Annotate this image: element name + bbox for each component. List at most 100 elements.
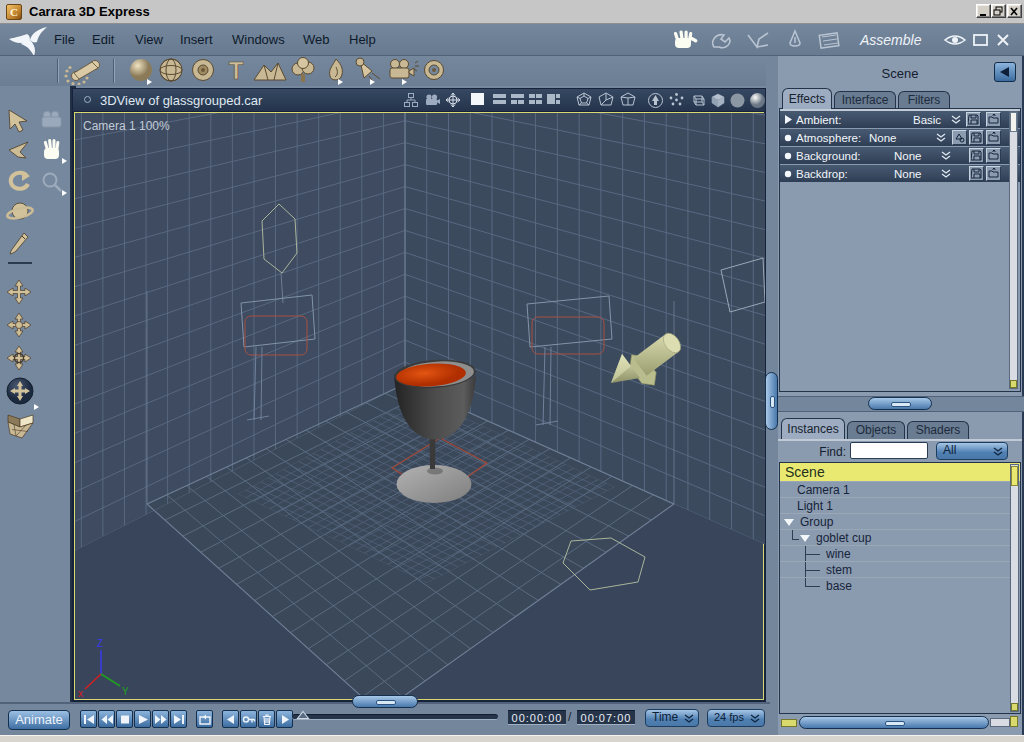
working-box-tool[interactable] (4, 412, 36, 442)
viewport-dot-icon[interactable] (84, 96, 91, 103)
filter-dropdown[interactable]: All (936, 442, 1008, 460)
next-key-button[interactable] (276, 710, 293, 728)
tab-instances[interactable]: Instances (781, 418, 845, 439)
save-preset-button[interactable] (969, 130, 984, 145)
plane-lock-yz-icon[interactable] (597, 92, 615, 109)
delete-key-button[interactable] (258, 710, 275, 728)
target-object-icon[interactable] (420, 57, 450, 85)
tree-row-goblet-cup[interactable]: goblet cup (780, 529, 1020, 545)
back-button[interactable] (994, 62, 1016, 82)
load-preset-button[interactable] (986, 112, 1001, 127)
move-xz-tool[interactable] (4, 311, 34, 341)
tree-row-camera1[interactable]: Camera 1 (780, 481, 1020, 497)
animate-button[interactable]: Animate (8, 710, 70, 730)
virtual-trackball-tool[interactable] (4, 376, 36, 408)
move-yz-tool[interactable] (4, 344, 34, 374)
tree-row-base[interactable]: base (780, 577, 1020, 593)
tree-object-icon[interactable] (288, 57, 318, 85)
property-row-ambient[interactable]: Ambient: Basic (780, 111, 1020, 128)
wrench-tool-icon[interactable] (708, 29, 738, 53)
bullet-icon[interactable] (784, 169, 792, 179)
close-panel-icon[interactable] (996, 33, 1012, 47)
tree-hscrollbar[interactable] (990, 718, 1010, 727)
camera-icon[interactable] (423, 92, 441, 108)
fast-forward-button[interactable] (152, 710, 169, 728)
menu-windows[interactable]: Windows (232, 32, 285, 47)
select-arrow-tool[interactable] (6, 108, 32, 134)
property-row-background[interactable]: Background: None (780, 147, 1020, 164)
stop-button[interactable] (116, 710, 133, 728)
viewport-header[interactable]: 3DView of glassgrouped.car (73, 89, 765, 111)
prev-key-button[interactable] (222, 710, 239, 728)
camera-pan-tool[interactable] (38, 108, 66, 132)
tab-filters[interactable]: Filters (898, 91, 950, 109)
tree-row-stem[interactable]: stem (780, 561, 1020, 577)
direct-select-tool[interactable] (6, 138, 32, 164)
tree-row-group[interactable]: Group (780, 513, 1020, 529)
time-mode-dropdown[interactable]: Time (645, 709, 699, 727)
fire-object-icon[interactable] (322, 57, 350, 85)
panel-splitter-handle[interactable] (868, 397, 932, 410)
restore-button[interactable] (991, 4, 1006, 18)
vertex-object-icon[interactable] (188, 57, 218, 85)
menu-view[interactable]: View (135, 32, 163, 47)
load-preset-button[interactable] (986, 166, 1001, 181)
tree-vscrollbar[interactable] (1010, 464, 1019, 712)
light-object-icon[interactable] (352, 57, 386, 85)
total-time-field[interactable]: 00:07:00 (577, 710, 635, 725)
load-preset-button[interactable] (986, 148, 1001, 163)
layout-mixed-icon[interactable] (510, 92, 525, 107)
menu-help[interactable]: Help (349, 32, 376, 47)
link-icon[interactable] (403, 92, 419, 108)
text-object-icon[interactable]: T (222, 57, 250, 85)
menu-web[interactable]: Web (303, 32, 330, 47)
preview-flat-icon[interactable] (709, 92, 726, 109)
frame-rate-dropdown[interactable]: 24 fps (707, 709, 765, 727)
shader-button[interactable] (952, 130, 967, 145)
panel-divider-handle[interactable] (765, 372, 778, 430)
current-time-field[interactable]: 00:00:00 (508, 710, 566, 725)
effects-scrollbar[interactable] (1009, 111, 1018, 389)
minimize-button[interactable] (976, 4, 991, 18)
chevron-down-icon[interactable] (950, 115, 962, 125)
preview-gray-icon[interactable] (729, 92, 746, 109)
loop-button[interactable] (196, 710, 213, 728)
tree-row-light1[interactable]: Light 1 (780, 497, 1020, 513)
chevron-down-icon[interactable] (940, 151, 952, 161)
tab-objects[interactable]: Objects (847, 421, 905, 439)
viewport-3d-view[interactable]: Camera 1 100% (74, 112, 764, 700)
tree-hscroll-handle[interactable] (799, 716, 989, 729)
chevron-down-icon[interactable] (940, 169, 952, 179)
go-start-button[interactable] (80, 710, 97, 728)
save-preset-button[interactable] (969, 148, 984, 163)
hand-tool-icon[interactable] (668, 29, 700, 53)
tab-shaders[interactable]: Shaders (907, 421, 969, 439)
preview-shaded-icon[interactable] (749, 92, 766, 109)
center-icon[interactable] (444, 92, 462, 109)
tab-interface[interactable]: Interface (834, 91, 896, 109)
bone-tool-icon[interactable] (62, 57, 108, 85)
move-xy-tool[interactable] (4, 278, 34, 308)
bullet-icon[interactable] (784, 151, 792, 161)
terrain-object-icon[interactable] (252, 57, 288, 85)
plane-lock-xz-icon[interactable] (619, 92, 637, 109)
load-preset-button[interactable] (986, 130, 1001, 145)
tree-row-wine[interactable]: wine (780, 545, 1020, 561)
find-input[interactable] (850, 442, 928, 459)
eyedropper-tool[interactable] (6, 230, 32, 258)
save-preset-button[interactable] (966, 112, 981, 127)
layout-single-icon[interactable] (470, 92, 485, 107)
close-button[interactable] (1007, 4, 1022, 18)
play-button[interactable] (134, 710, 151, 728)
go-end-button[interactable] (170, 710, 187, 728)
timeline-thumb[interactable] (296, 710, 310, 720)
layout-rows-icon[interactable] (492, 92, 507, 107)
menu-edit[interactable]: Edit (92, 32, 114, 47)
chevron-down-icon[interactable] (935, 133, 947, 143)
add-key-button[interactable] (240, 710, 257, 728)
menu-file[interactable]: File (54, 32, 75, 47)
layout-grid-icon[interactable] (528, 92, 543, 107)
globe-primitive-icon[interactable] (156, 57, 186, 85)
pen-tool-icon[interactable] (782, 29, 808, 53)
timeline-slider[interactable] (292, 714, 498, 720)
